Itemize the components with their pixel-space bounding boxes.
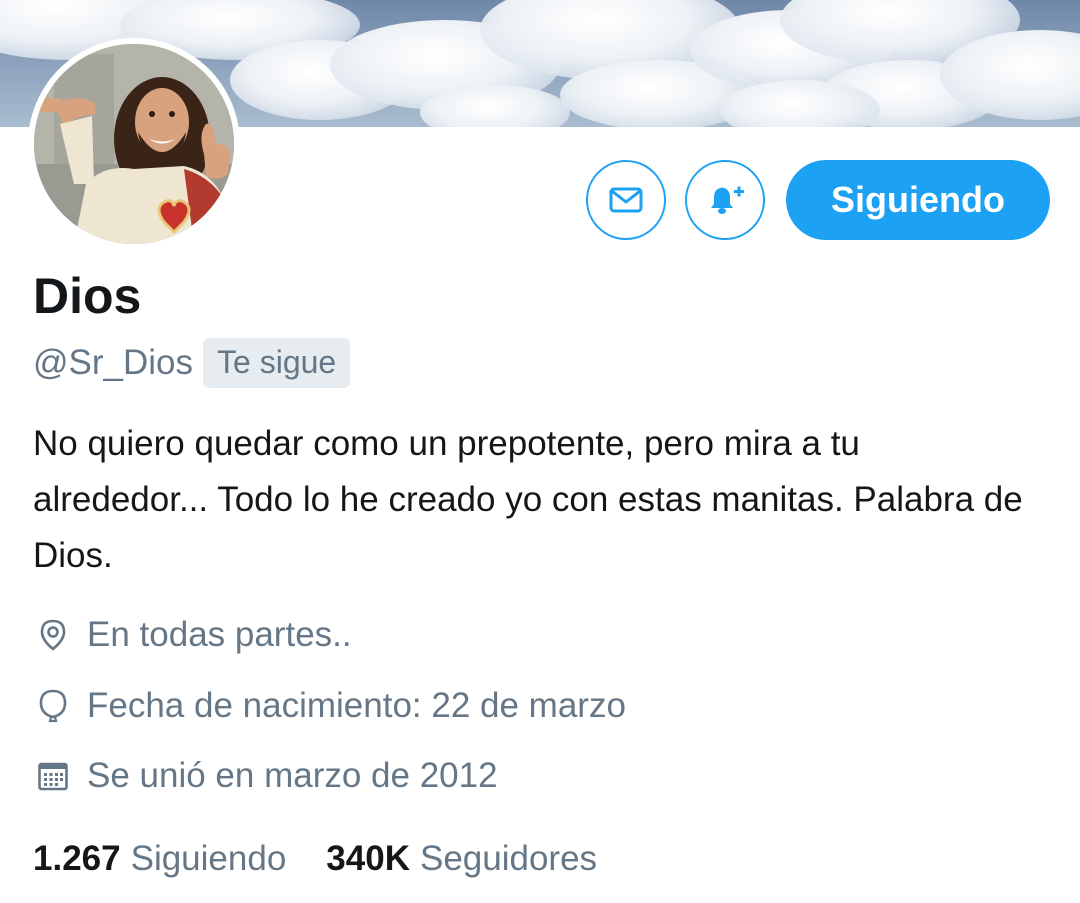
location-pin-icon [33,615,73,655]
location-text: En todas partes.. [87,615,352,654]
profile-birthday: Fecha de nacimiento: 22 de marzo [33,681,626,731]
profile-location: En todas partes.. [33,610,352,660]
envelope-icon [609,187,643,213]
following-label: Siguiendo [130,839,287,878]
followers-count: 340K [326,839,410,878]
bell-plus-icon [711,186,744,214]
following-button[interactable]: Siguiendo [786,160,1050,240]
following-stat[interactable]: 1.267 Siguiendo [33,839,286,879]
profile-avatar[interactable] [28,38,240,250]
profile-stats: 1.267 Siguiendo 340K Seguidores [33,834,597,884]
following-count: 1.267 [33,839,121,878]
following-button-label: Siguiendo [831,179,1005,220]
notifications-button[interactable] [685,160,765,240]
calendar-icon [33,756,73,796]
followers-stat[interactable]: 340K Seguidores [326,839,597,879]
profile-joined: Se unió en marzo de 2012 [33,751,498,801]
profile-bio: No quiero quedar como un prepotente, per… [33,424,1023,575]
handle-row: @Sr_Dios Te sigue [33,338,351,388]
followers-label: Seguidores [419,839,598,878]
profile-display-name: Dios [33,268,142,324]
follows-you-badge: Te sigue [203,338,351,388]
joined-text: Se unió en marzo de 2012 [87,756,498,795]
avatar-image [34,44,234,244]
message-button[interactable] [586,160,666,240]
profile-page: Siguiendo Dios @Sr_Dios Te sigue No quie… [0,0,1080,903]
profile-handle: @Sr_Dios [33,343,194,382]
balloon-icon [33,686,73,726]
birthday-text: Fecha de nacimiento: 22 de marzo [87,686,626,725]
